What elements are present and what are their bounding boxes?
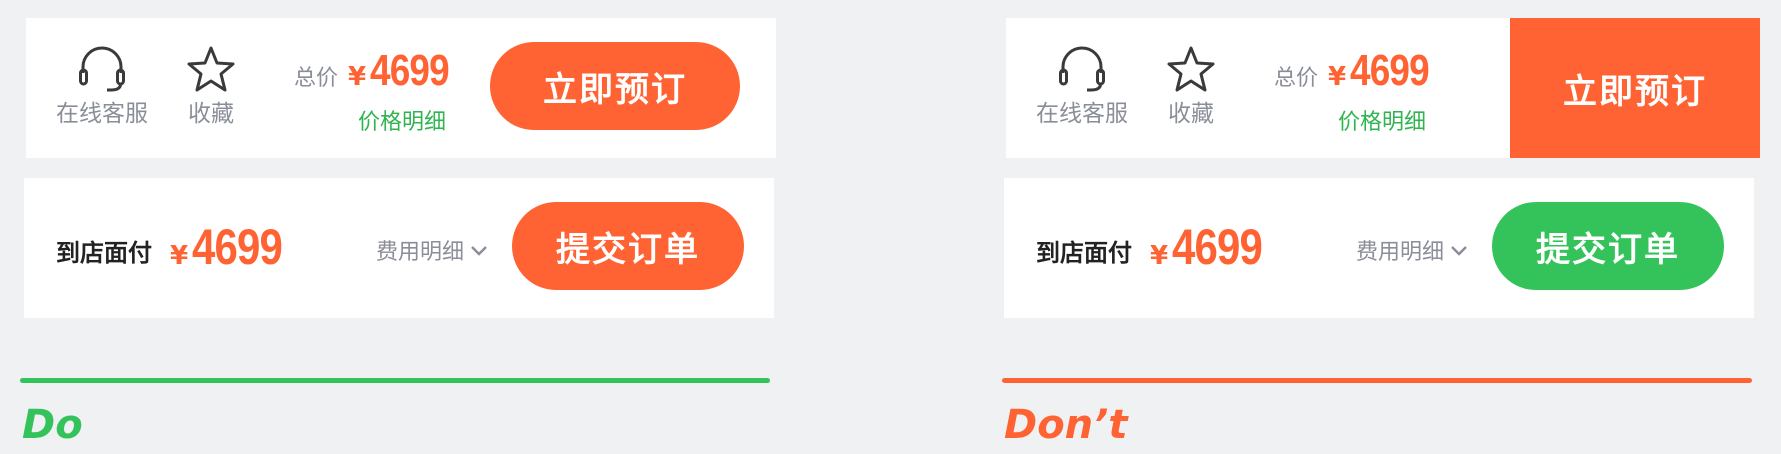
price-amount: 4699 [1350, 46, 1430, 95]
dont-price-detail-link[interactable]: 价格明细 [1338, 104, 1426, 136]
dont-book-now-button[interactable]: 立即预订 [1510, 18, 1760, 158]
chevron-down-icon [1451, 246, 1467, 256]
do-price-detail-link[interactable]: 价格明细 [358, 104, 446, 136]
dont-submit-order-button[interactable]: 提交订单 [1492, 202, 1724, 290]
star-icon [1167, 46, 1215, 92]
do-fee-detail-dropdown[interactable]: 费用明细 [376, 234, 488, 266]
price-amount: 4699 [1172, 219, 1263, 275]
price-amount: 4699 [192, 219, 283, 275]
favorite-label: 收藏 [1168, 101, 1214, 127]
do-order-price: ¥ 4699 [170, 218, 299, 276]
dont-order-price: ¥ 4699 [1150, 218, 1279, 276]
currency-symbol: ¥ [1150, 241, 1169, 271]
currency-symbol: ¥ [1328, 62, 1347, 92]
star-icon [187, 46, 235, 92]
do-label: Do [22, 402, 83, 448]
fee-detail-label: 费用明细 [376, 240, 465, 265]
dont-rule [1002, 378, 1752, 383]
price-prefix: 总价 [294, 66, 339, 91]
do-submit-order-button[interactable]: 提交订单 [512, 202, 744, 290]
do-favorite-button[interactable]: 收藏 [176, 45, 246, 126]
do-service-button[interactable]: 在线客服 [52, 45, 152, 126]
dont-fee-detail-dropdown[interactable]: 费用明细 [1356, 234, 1468, 266]
service-label: 在线客服 [56, 101, 148, 127]
currency-symbol: ¥ [348, 62, 367, 92]
do-rule [20, 378, 770, 383]
fee-detail-label: 费用明细 [1356, 240, 1445, 265]
price-amount: 4699 [370, 46, 450, 95]
headset-icon [79, 46, 125, 92]
favorite-label: 收藏 [188, 101, 234, 127]
chevron-down-icon [471, 246, 487, 256]
do-total-price: 总价 ¥ 4699 [294, 46, 464, 96]
do-pay-at-store-label: 到店面付 [56, 239, 152, 267]
dont-service-button[interactable]: 在线客服 [1032, 45, 1132, 126]
headset-icon [1059, 46, 1105, 92]
dont-label: Don’t [1004, 402, 1128, 448]
dont-pay-at-store-label: 到店面付 [1036, 239, 1132, 267]
dont-total-price: 总价 ¥ 4699 [1274, 46, 1444, 96]
service-label: 在线客服 [1036, 101, 1128, 127]
do-book-now-button[interactable]: 立即预订 [490, 42, 740, 130]
dont-favorite-button[interactable]: 收藏 [1156, 45, 1226, 126]
currency-symbol: ¥ [170, 241, 189, 271]
price-prefix: 总价 [1274, 66, 1319, 91]
